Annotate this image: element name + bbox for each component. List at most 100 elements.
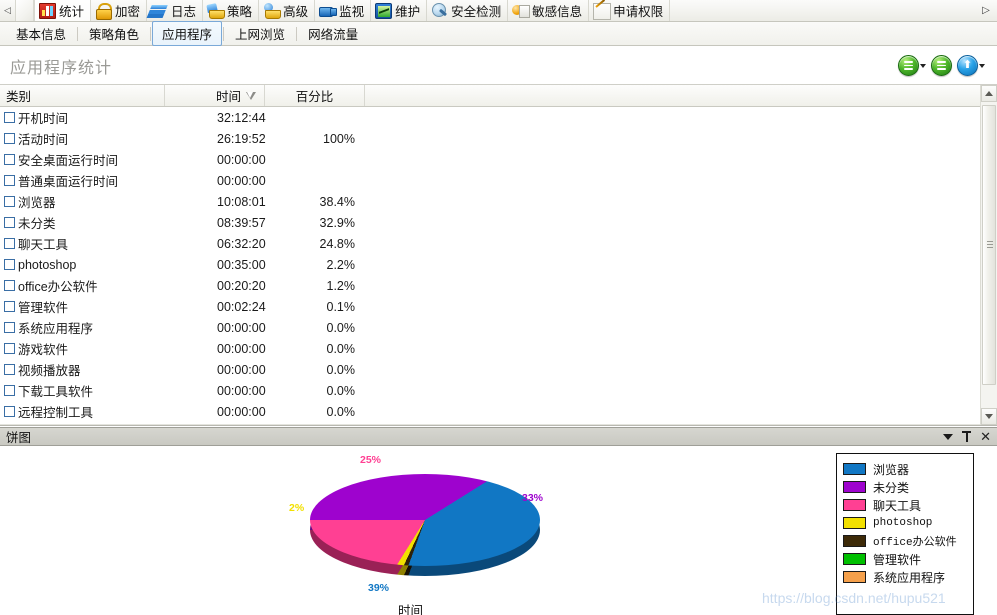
toolbar-item-label: 统计	[59, 5, 85, 19]
cell-time: 00:00:00	[217, 341, 266, 356]
legend-swatch	[843, 499, 866, 511]
pie-chart-surface	[310, 474, 540, 566]
table-row[interactable]: 下载工具软件 00:00:00 0.0%	[0, 380, 980, 401]
toolbar-scroll-left-icon[interactable]: ◁	[0, 0, 16, 21]
column-header-percent[interactable]: 百分比	[265, 85, 365, 106]
tab-1[interactable]: 基本信息	[6, 21, 76, 46]
scroll-down-button[interactable]	[981, 408, 997, 425]
row-checkbox[interactable]	[4, 406, 15, 417]
chevron-down-icon[interactable]	[979, 63, 985, 68]
cell-category-label: 安全桌面运行时间	[18, 154, 119, 168]
row-checkbox[interactable]	[4, 343, 15, 354]
group-view-button[interactable]	[931, 55, 952, 76]
table-row[interactable]: 浏览器 10:08:01 38.4%	[0, 191, 980, 212]
row-checkbox[interactable]	[4, 322, 15, 333]
policy-icon	[207, 3, 226, 19]
cell-percent: 0.0%	[326, 341, 356, 356]
table-row[interactable]: 游戏软件 00:00:00 0.0%	[0, 338, 980, 359]
toolbar-item-2[interactable]: 加密	[91, 0, 148, 21]
legend-item-3[interactable]: 聊天工具	[843, 496, 968, 514]
row-checkbox[interactable]	[4, 112, 15, 123]
row-checkbox[interactable]	[4, 280, 15, 291]
legend-item-4[interactable]: photoshop	[843, 514, 968, 532]
blue-export-icon: ⬆	[957, 55, 978, 76]
toolbar-item-10[interactable]: 申请权限	[589, 0, 671, 21]
table-row[interactable]: photoshop 00:35:00 2.2%	[0, 254, 980, 275]
table-row[interactable]: 聊天工具 06:32:20 24.8%	[0, 233, 980, 254]
table-row[interactable]: 管理软件 00:02:24 0.1%	[0, 296, 980, 317]
legend-item-2[interactable]: 未分类	[843, 478, 968, 496]
table-row[interactable]: 活动时间 26:19:52 100%	[0, 128, 980, 149]
toolbar-item-9[interactable]: 敏感信息	[508, 0, 590, 21]
toolbar-scroll-right-icon[interactable]: ▷	[975, 0, 997, 21]
toolbar-item-label: 敏感信息	[532, 5, 583, 19]
cell-category: photoshop	[0, 258, 165, 272]
table-row[interactable]: 普通桌面运行时间 00:00:00	[0, 170, 980, 191]
chevron-down-icon	[985, 414, 993, 419]
tab-3[interactable]: 应用程序	[152, 21, 223, 46]
page-title: 应用程序统计	[10, 59, 113, 77]
cell-time: 26:19:52	[217, 131, 266, 146]
table-row[interactable]: 开机时间 32:12:44	[0, 107, 980, 128]
column-header-time[interactable]: 时间	[165, 85, 265, 106]
table-vertical-scrollbar[interactable]	[980, 85, 997, 425]
tab-2[interactable]: 策略角色	[79, 21, 149, 46]
close-icon[interactable]: ✕	[980, 430, 991, 443]
row-checkbox[interactable]	[4, 238, 15, 249]
toolbar-item-7[interactable]: 维护	[371, 0, 428, 21]
legend-item-1[interactable]: 浏览器	[843, 460, 968, 478]
table-row[interactable]: 系统应用程序 00:00:00 0.0%	[0, 317, 980, 338]
scroll-up-button[interactable]	[981, 85, 997, 102]
tab-4[interactable]: 上网浏览	[225, 21, 295, 46]
legend-label: photoshop	[873, 517, 933, 529]
toolbar-item-3[interactable]: 日志	[147, 0, 204, 21]
cell-percent: 2.2%	[326, 257, 356, 272]
row-checkbox[interactable]	[4, 175, 15, 186]
row-checkbox[interactable]	[4, 259, 15, 270]
cell-time: 00:00:00	[217, 383, 266, 398]
tab-separator	[77, 26, 79, 41]
bar-chart-icon	[39, 2, 56, 19]
column-header-filler	[365, 85, 997, 106]
legend-item-7[interactable]: 系统应用程序	[843, 568, 968, 586]
toolbar-item-4[interactable]: 策略	[203, 0, 260, 21]
table-row[interactable]: 未分类 08:39:57 32.9%	[0, 212, 980, 233]
cell-percent: 0.0%	[326, 362, 356, 377]
cell-category-label: office办公软件	[18, 280, 98, 294]
row-checkbox[interactable]	[4, 133, 15, 144]
legend-swatch	[843, 463, 866, 475]
pin-icon[interactable]	[962, 431, 972, 442]
pencil-apply-icon	[593, 2, 612, 20]
toolbar-item-6[interactable]: 监视	[315, 0, 372, 21]
row-checkbox[interactable]	[4, 196, 15, 207]
table-row[interactable]: office办公软件 00:20:20 1.2%	[0, 275, 980, 296]
scrollbar-thumb[interactable]	[982, 105, 996, 385]
list-view-button[interactable]	[898, 55, 926, 76]
cell-time: 00:00:00	[217, 362, 266, 377]
cell-category: 下载工具软件	[0, 381, 165, 400]
export-button[interactable]: ⬆	[957, 55, 985, 76]
toolbar-item-1[interactable]: 统计	[34, 0, 92, 21]
column-header-time-label: 时间	[215, 90, 241, 104]
chevron-down-icon[interactable]	[943, 433, 954, 440]
table-row[interactable]: 远程控制工具 00:00:00 0.0%	[0, 401, 980, 422]
row-checkbox[interactable]	[4, 364, 15, 375]
legend-item-6[interactable]: 管理软件	[843, 550, 968, 568]
toolbar-item-8[interactable]: 安全检测	[427, 0, 509, 21]
chart-axis-label: 时间	[398, 604, 424, 615]
row-checkbox[interactable]	[4, 154, 15, 165]
toolbar-item-5[interactable]: 高级	[259, 0, 316, 21]
pie-panel-title: 饼图	[6, 431, 32, 445]
table-row[interactable]: 视频播放器 00:00:00 0.0%	[0, 359, 980, 380]
table-row[interactable]: 安全桌面运行时间 00:00:00	[0, 149, 980, 170]
row-checkbox[interactable]	[4, 217, 15, 228]
legend-item-5[interactable]: office办公软件	[843, 532, 968, 550]
tab-5[interactable]: 网络流量	[298, 21, 368, 46]
green-list-icon	[898, 55, 919, 76]
padlock-icon	[95, 2, 113, 20]
row-checkbox[interactable]	[4, 385, 15, 396]
cell-category-label: 系统应用程序	[18, 322, 94, 336]
chevron-down-icon[interactable]	[920, 63, 926, 68]
row-checkbox[interactable]	[4, 301, 15, 312]
column-header-category[interactable]: 类别	[0, 85, 165, 106]
